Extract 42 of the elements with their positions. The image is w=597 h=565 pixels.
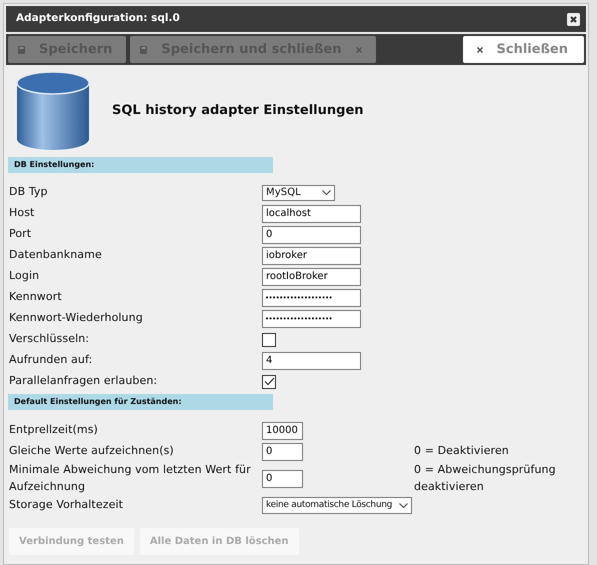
input-field[interactable]: 10000 (262, 422, 303, 440)
field-label: Login (9, 268, 40, 284)
page-heading: SQL history adapter Einstellungen (112, 102, 364, 120)
field-label: Verschlüsseln: (9, 331, 90, 348)
input-field[interactable]: 0 (262, 470, 303, 488)
caret-icon (322, 190, 331, 195)
field-label: Minimale Abweichung vom letzten Wert für Aufzeichnung (9, 462, 252, 494)
close-button[interactable] (567, 12, 580, 26)
field-label: Parallelanfragen erlauben: (9, 373, 158, 390)
save-icon (18, 46, 25, 54)
checkbox[interactable] (262, 374, 276, 388)
input-field[interactable]: iobroker (262, 246, 361, 264)
window-title: Adapterkonfiguration: sql.0 (16, 11, 180, 26)
close-icon (570, 16, 577, 22)
input-field[interactable]: 0 (262, 226, 361, 244)
hint-text: 0 = Abweichungsprüfung deaktivieren (414, 462, 557, 494)
save-icon (140, 46, 148, 54)
input-field[interactable]: localhost (262, 204, 361, 222)
dropdown[interactable]: MySQL (262, 184, 335, 200)
field-label: Kennwort-Wiederholung (9, 310, 144, 326)
close-icon (356, 46, 362, 52)
field-label: Entprellzeit(ms) (9, 422, 99, 438)
field-label: DB Typ (9, 184, 49, 200)
dropdown[interactable]: keine automatische Löschung (262, 497, 412, 514)
field-label: Host (9, 205, 36, 222)
field-label: Kennwort (9, 289, 63, 306)
field-label: Storage Vorhaltezeit (9, 497, 124, 514)
field-label: Datenbankname (9, 247, 103, 264)
input-field[interactable]: 4 (262, 352, 361, 370)
toolbar-button[interactable]: Schließen (462, 36, 584, 63)
checkbox[interactable] (262, 332, 276, 346)
section-header: DB Einstellungen: (8, 157, 273, 173)
database-icon (16, 71, 90, 151)
section-header: Default Einstellungen für Zuständen: (8, 394, 273, 410)
field-label: Port (9, 226, 32, 242)
field-label: Gleiche Werte aufzeichnen(s) (9, 443, 175, 460)
input-field[interactable]: 0 (262, 442, 303, 460)
input-field[interactable]: rootIoBroker (262, 268, 361, 286)
caret-icon (399, 503, 408, 508)
close-icon (476, 46, 483, 52)
hint-text: 0 = Deaktivieren (414, 443, 510, 460)
field-label: Aufrunden auf: (9, 352, 94, 368)
